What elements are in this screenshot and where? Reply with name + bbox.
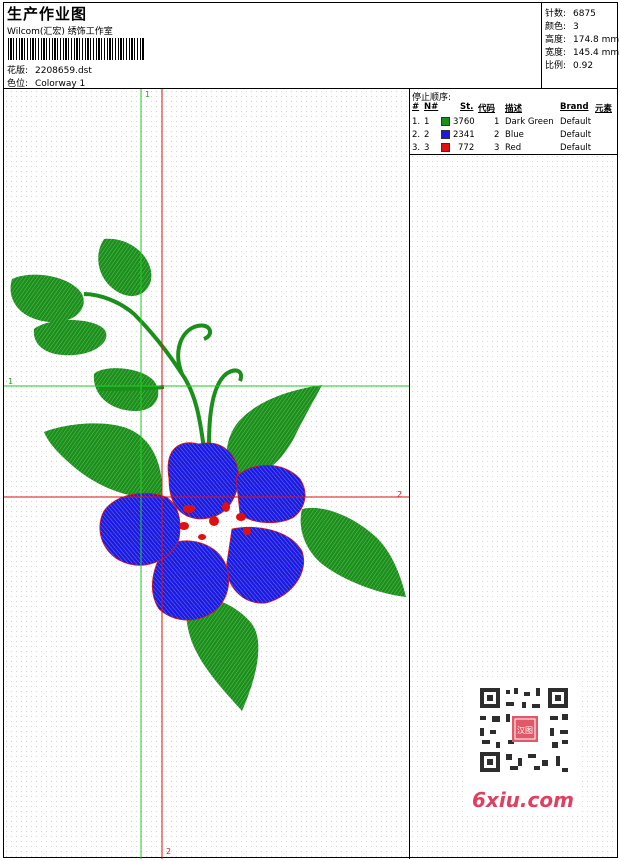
col-description: 描述 bbox=[505, 104, 523, 114]
stat-stitches: 针数: 6875 bbox=[545, 9, 596, 19]
qr-code: 汉图 bbox=[478, 686, 570, 774]
barcode bbox=[8, 38, 145, 60]
stat-scale: 比例: 0.92 bbox=[545, 61, 594, 71]
green-axis-left-label: 1 bbox=[8, 377, 14, 386]
col-index: # bbox=[412, 102, 420, 112]
design-value: 2208659.dst bbox=[35, 66, 92, 76]
color-swatch-blue bbox=[441, 130, 450, 139]
header-stats: 针数: 6875 颜色: 3 高度: 174.8 mm 宽度: 145.4 mm 比例:… bbox=[542, 3, 620, 89]
design-preview: 1 1 2 2 bbox=[4, 89, 409, 859]
colorway-label: 色位: bbox=[7, 79, 29, 89]
colorway-row: 色位: Colorway 1 bbox=[7, 76, 85, 89]
col-stitches: St. bbox=[460, 102, 474, 112]
design-label: 花版: bbox=[7, 66, 29, 76]
color-swatch-red bbox=[441, 143, 450, 152]
studio-subtitle: Wilcom(汇宏) 绣饰工作室 bbox=[7, 27, 113, 37]
col-element: 元素 bbox=[595, 104, 613, 114]
site-watermark: 6xiu.com bbox=[472, 788, 574, 812]
green-axis-top-label: 1 bbox=[145, 90, 151, 99]
stop-sequence-table: 停止顺序: # N# St. 代码 描述 Brand 元素 1. 1 3760 … bbox=[410, 89, 617, 155]
color-swatch-green bbox=[441, 117, 450, 126]
page-title: 生产作业图 bbox=[7, 5, 88, 23]
stat-colors: 颜色: 3 bbox=[545, 22, 579, 32]
stat-height: 高度: 174.8 mm bbox=[545, 35, 620, 45]
stat-width: 宽度: 145.4 mm bbox=[545, 48, 620, 58]
col-code: 代码 bbox=[478, 104, 496, 114]
col-brand: Brand bbox=[560, 102, 589, 112]
svg-text:汉图: 汉图 bbox=[517, 726, 533, 735]
header-left: 生产作业图 Wilcom(汇宏) 绣饰工作室 花版: 2208659.dst 色位… bbox=[4, 3, 542, 89]
colorway-value: Colorway 1 bbox=[35, 79, 86, 89]
design-file-row: 花版: 2208659.dst bbox=[7, 63, 92, 76]
embroidery-artwork bbox=[4, 89, 409, 859]
col-number: N# bbox=[424, 102, 439, 112]
red-axis-right-label: 2 bbox=[397, 490, 403, 499]
red-axis-bottom-label: 2 bbox=[166, 847, 172, 856]
